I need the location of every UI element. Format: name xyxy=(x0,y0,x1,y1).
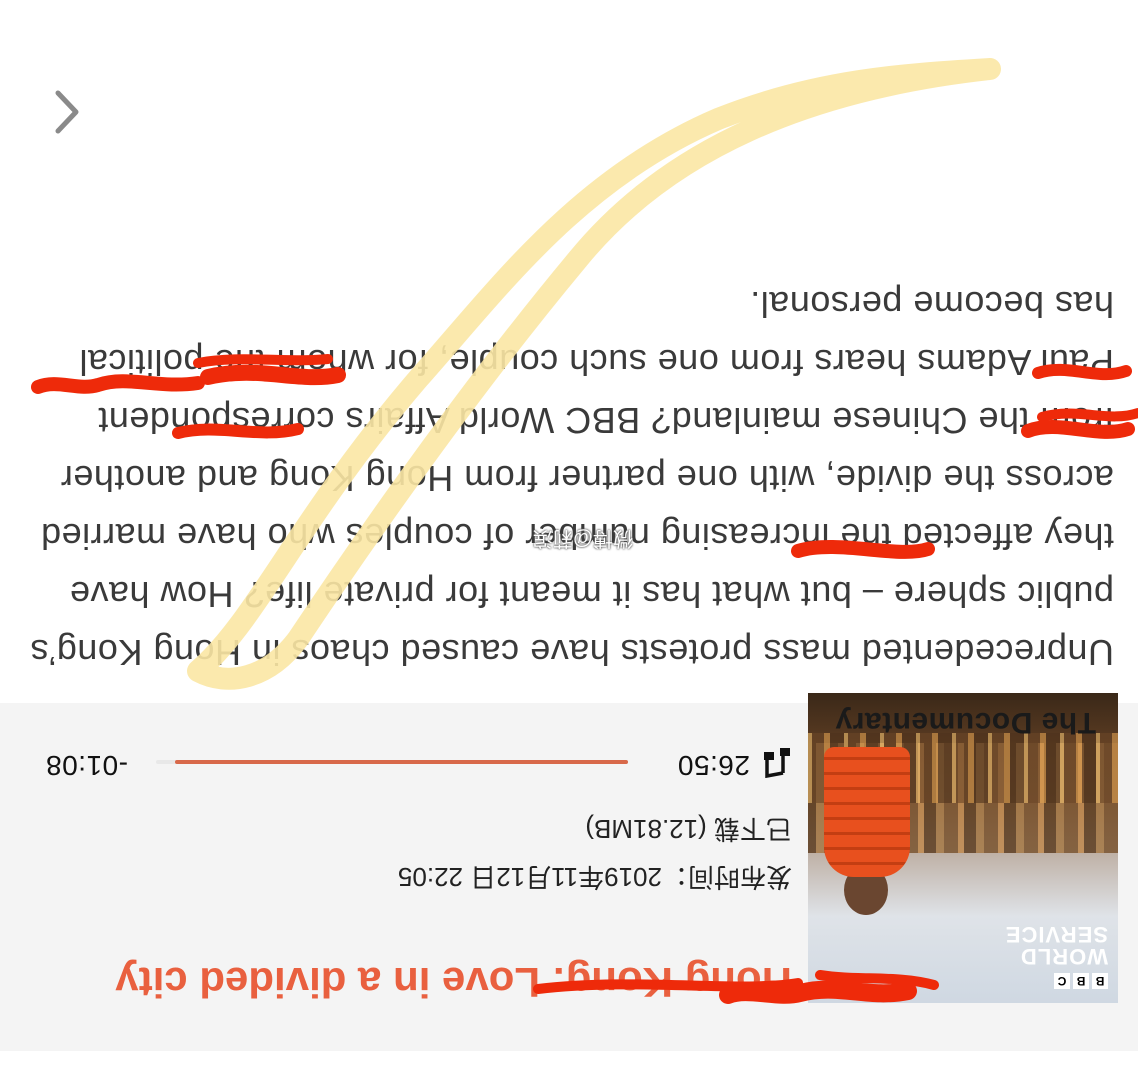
world-service-line2: SERVICE xyxy=(1004,922,1108,947)
audio-player-card[interactable]: B B C WORLD SERVICE The Documentary Hong… xyxy=(0,693,1138,1051)
progress-bar[interactable] xyxy=(156,760,628,764)
remaining-time: -01:08 xyxy=(45,750,128,781)
music-note-icon xyxy=(764,748,790,778)
weibo-watermark: 微博@莉滨 xyxy=(532,527,633,549)
elapsed-time: 26:50 xyxy=(677,750,750,781)
world-service-label: WORLD SERVICE xyxy=(1004,922,1108,969)
progress-bar-fill xyxy=(174,760,628,764)
bbc-logo-letter: C xyxy=(1054,973,1070,989)
bbc-logo-letter: B xyxy=(1073,973,1089,989)
download-status: 已下载 (12.81MB) xyxy=(585,814,792,844)
artwork-orange-jacket xyxy=(824,747,910,877)
episode-title: Hong Kong: Love in a divided city xyxy=(115,959,792,1006)
publish-time: 发布时间：2019年11月12日 22:05 xyxy=(397,862,792,892)
world-service-line1: WORLD xyxy=(1019,944,1108,969)
episode-description: Unprecedented mass protests have caused … xyxy=(30,284,1114,673)
screenshot-upside-down: B B C WORLD SERVICE The Documentary Hong… xyxy=(0,0,1138,1079)
podcast-artwork: B B C WORLD SERVICE The Documentary xyxy=(808,693,1118,1003)
bbc-logo: B B C xyxy=(1054,973,1108,989)
artwork-person xyxy=(824,747,910,937)
bbc-logo-letter: B xyxy=(1092,973,1108,989)
chevron-left-icon[interactable] xyxy=(52,87,82,137)
program-name: The Documentary xyxy=(835,706,1096,739)
